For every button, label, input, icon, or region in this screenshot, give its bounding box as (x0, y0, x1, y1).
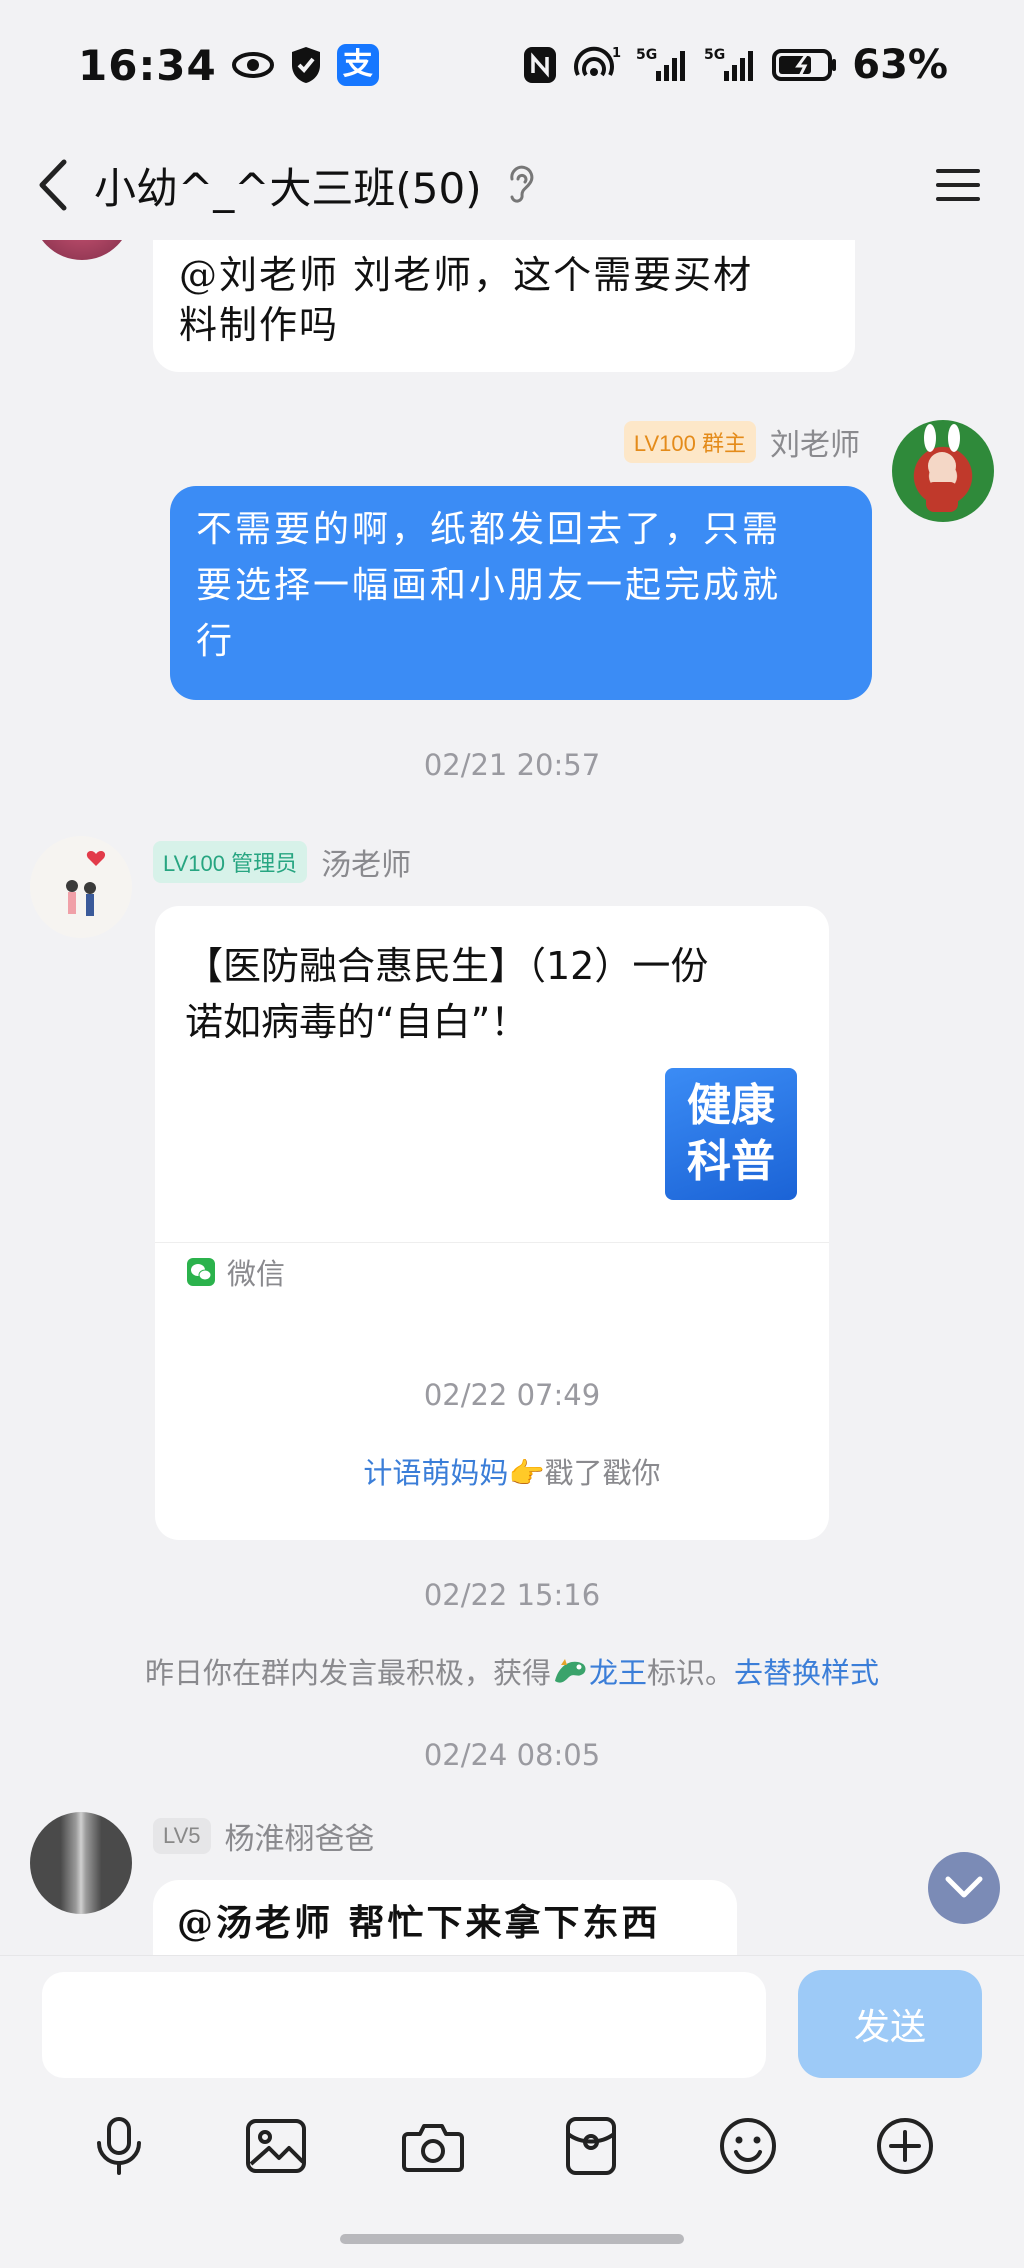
composer: 发送 (0, 1955, 1024, 2268)
chevron-down-icon (945, 1876, 983, 1898)
share-source: 微信 (227, 1256, 286, 1291)
status-time: 16:34 (78, 40, 217, 90)
share-title: 【医防融合惠民生】（12）一份 诺如病毒的“自白”！ (185, 938, 805, 1050)
sender-name[interactable]: 刘老师 (770, 420, 860, 464)
sender-name[interactable]: 汤老师 (321, 840, 411, 884)
wechat-icon (187, 1257, 215, 1286)
timestamp: 02/24 08:05 (423, 1738, 601, 1772)
share-footer[interactable]: 微信 (155, 1242, 829, 1300)
microphone-icon[interactable] (79, 2106, 159, 2186)
battery-percent: 63% (852, 42, 948, 88)
replace-style-link[interactable]: 去替换样式 (734, 1656, 879, 1690)
timestamp: 02/21 20:57 (423, 748, 601, 782)
group-title[interactable]: 小幼^_^大三班(50) (94, 155, 482, 216)
sender-name[interactable]: 杨淮栩爸爸 (225, 1814, 375, 1858)
sender-row: LV5 杨淮栩爸爸 (153, 1814, 375, 1858)
share-title-line: 【医防融合惠民生】（12）一份 (185, 944, 709, 988)
message-line: 行 (196, 621, 236, 662)
poke-notice: 计语萌妈妈👉戳了戳你 (0, 1450, 1024, 1492)
hotspot-icon: 1 (572, 45, 622, 85)
timestamp: 02/22 15:16 (423, 1578, 601, 1612)
timestamp: 02/22 07:49 (423, 1378, 601, 1412)
red-packet-icon[interactable] (551, 2106, 631, 2186)
sender-row: LV100 群主 刘老师 (623, 420, 860, 464)
ear-icon[interactable] (506, 165, 536, 205)
emoji-icon[interactable] (708, 2106, 788, 2186)
plus-icon[interactable] (865, 2106, 945, 2186)
eye-icon (231, 50, 275, 80)
avatar[interactable] (30, 836, 132, 938)
message-bubble[interactable]: @刘老师 刘老师，这个需要买材 料制作吗 (153, 240, 855, 372)
admin-badge: LV100 管理员 (153, 841, 308, 883)
battery-icon (772, 47, 838, 83)
thumb-line: 健康 (687, 1080, 775, 1131)
shield-icon (289, 45, 323, 85)
signal-5g-icon: 5G (704, 45, 758, 85)
signal-5g-icon: 5G (636, 45, 690, 85)
share-card[interactable]: 【医防融合惠民生】（12）一份 诺如病毒的“自白”！ 健康 科普 (155, 906, 829, 1540)
svg-text:5G: 5G (636, 47, 657, 63)
header-left: 小幼^_^大三班(50) (36, 155, 536, 216)
camera-icon[interactable] (393, 2106, 473, 2186)
message-line: 要选择一幅画和小朋友一起完成就 (196, 565, 782, 606)
home-indicator[interactable] (340, 2234, 684, 2244)
thumb-line: 科普 (687, 1136, 775, 1187)
owner-badge: LV100 群主 (623, 421, 756, 463)
nfc-icon (522, 45, 558, 85)
level-badge: LV5 (153, 1818, 211, 1854)
status-bar: 16:34 支 1 5G 5G 63% (0, 0, 1024, 130)
message-line: @刘老师 刘老师，这个需要买材 (179, 253, 754, 297)
menu-icon[interactable] (934, 165, 982, 205)
status-left: 16:34 支 (78, 41, 379, 90)
dragon-icon (551, 1655, 589, 1696)
poke-action: 戳了戳你 (544, 1456, 661, 1490)
message-line: @汤老师 帮忙下来拿下东西 (177, 1902, 661, 1944)
message-bubble[interactable]: @汤老师 帮忙下来拿下东西 (153, 1880, 737, 1955)
back-chevron-icon[interactable] (36, 158, 70, 212)
avatar[interactable] (30, 1812, 132, 1914)
message-line: 不需要的啊，纸都发回去了，只需 (196, 509, 782, 550)
svg-text:1: 1 (612, 46, 621, 61)
status-right: 1 5G 5G 63% (522, 42, 948, 88)
notice-suffix: 标识。 (647, 1656, 735, 1690)
message-bubble[interactable]: 不需要的啊，纸都发回去了，只需 要选择一幅画和小朋友一起完成就 行 (170, 486, 872, 700)
notice-prefix: 昨日你在群内发言最积极，获得 (144, 1656, 551, 1690)
share-thumbnail: 健康 科普 (665, 1068, 797, 1200)
share-title-line: 诺如病毒的“自白”！ (185, 1000, 529, 1044)
chat-header: 小幼^_^大三班(50) (0, 130, 1024, 240)
image-icon[interactable] (236, 2106, 316, 2186)
composer-toolbar (0, 2106, 1024, 2186)
poke-user-link[interactable]: 计语萌妈妈 (363, 1456, 508, 1490)
avatar[interactable] (892, 420, 994, 522)
message-input[interactable] (42, 1972, 766, 2078)
message-line: 料制作吗 (179, 303, 340, 347)
alipay-icon: 支 (336, 44, 379, 86)
sender-row: LV100 管理员 汤老师 (153, 840, 411, 884)
poke-emoji: 👉 (508, 1456, 545, 1490)
dragon-king-notice: 昨日你在群内发言最积极，获得 龙王标识。去替换样式 (0, 1650, 1024, 1696)
chat-area[interactable]: @刘老师 刘老师，这个需要买材 料制作吗 LV100 群主 刘老师 不需要的啊，… (0, 240, 1024, 1955)
send-button[interactable]: 发送 (798, 1970, 982, 2078)
dragon-king-title[interactable]: 龙王 (589, 1656, 647, 1690)
scroll-to-bottom-button[interactable] (928, 1852, 1000, 1924)
svg-text:5G: 5G (704, 47, 725, 63)
avatar[interactable] (32, 240, 132, 260)
